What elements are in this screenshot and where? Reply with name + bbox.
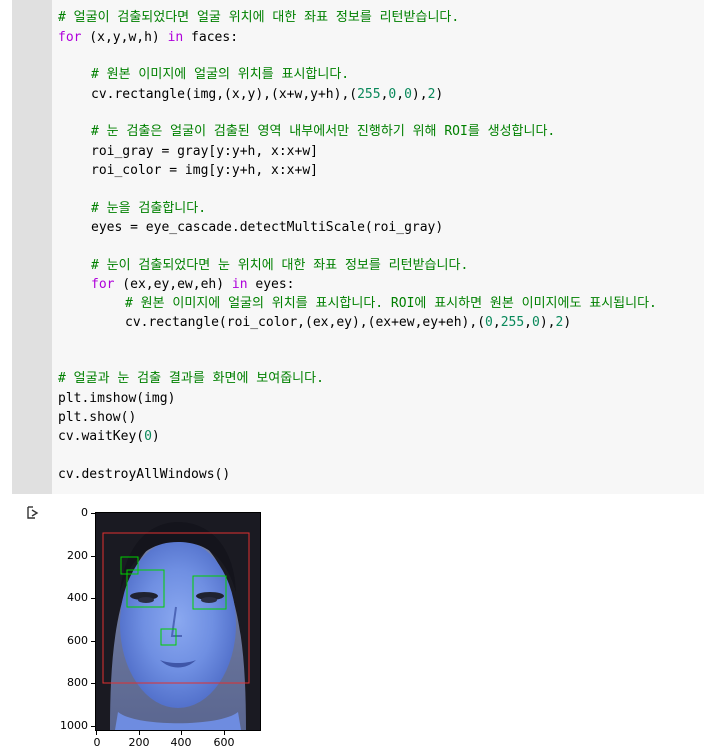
- face-image: [96, 512, 260, 730]
- plot-area: [96, 512, 260, 730]
- x-tick-label: 400: [170, 736, 192, 749]
- y-tick-label: 800: [67, 676, 88, 689]
- code-line-9: eyes = eye_cascade.detectMultiScale(roi_…: [91, 220, 444, 235]
- x-axis-line: [95, 730, 261, 731]
- code-line-11: for (ex,ey,ew,eh) in eyes:: [91, 277, 295, 292]
- code-line-1: # 얼굴이 검출되었다면 얼굴 위치에 대한 좌표 정보를 리턴받습니다.: [58, 10, 460, 25]
- plot-frame-right: [260, 512, 261, 731]
- code-line-17: cv.waitKey(0): [58, 429, 160, 444]
- x-tick: [181, 731, 182, 735]
- code-line-3: # 원본 이미지에 얼굴의 위치를 표시합니다.: [91, 67, 350, 82]
- code-line-13: cv.rectangle(roi_color,(ex,ey),(ex+ew,ey…: [125, 315, 572, 330]
- x-tick: [139, 731, 140, 735]
- code-line-12: # 원본 이미지에 얼굴의 위치를 표시합니다. ROI에 표시하면 원본 이미…: [125, 296, 657, 311]
- y-tick-label: 600: [67, 634, 88, 647]
- code-line-10: # 눈이 검출되었다면 눈 위치에 대한 좌표 정보를 리턴받습니다.: [91, 258, 469, 273]
- x-tick-label: 600: [213, 736, 235, 749]
- y-tick: [91, 556, 95, 557]
- y-axis-line: [95, 512, 96, 731]
- y-tick: [91, 641, 95, 642]
- y-tick-label: 0: [81, 506, 88, 519]
- code-line-2: for (x,y,w,h) in faces:: [58, 30, 239, 45]
- code-line-18: cv.destroyAllWindows(): [58, 467, 231, 482]
- output-arrow-icon[interactable]: [26, 506, 40, 520]
- x-tick: [224, 731, 225, 735]
- y-tick: [91, 598, 95, 599]
- y-tick-label: 400: [67, 591, 88, 604]
- code-line-5: # 눈 검출은 얼굴이 검출된 영역 내부에서만 진행하기 위해 ROI를 생성…: [91, 124, 556, 139]
- x-tick: [96, 731, 97, 735]
- code-line-4: cv.rectangle(img,(x,y),(x+w,y+h),(255,0,…: [91, 87, 444, 102]
- x-tick-label: 0: [93, 736, 101, 749]
- output-gutter: [12, 494, 52, 752]
- y-tick: [91, 726, 95, 727]
- code-line-8: # 눈을 검출합니다.: [91, 201, 207, 216]
- code-line-6: roi_gray = gray[y:y+h, x:x+w]: [91, 144, 318, 159]
- code-line-15: plt.imshow(img): [58, 391, 176, 406]
- x-tick-label: 200: [128, 736, 150, 749]
- cell-gutter[interactable]: [12, 0, 52, 494]
- y-tick-label: 1000: [60, 719, 88, 732]
- y-tick: [91, 683, 95, 684]
- code-line-7: roi_color = img[y:y+h, x:x+w]: [91, 163, 318, 178]
- plot-frame-top: [95, 512, 261, 513]
- code-line-16: plt.show(): [58, 410, 137, 425]
- y-tick: [91, 513, 95, 514]
- code-line-14: # 얼굴과 눈 검출 결과를 화면에 보여줍니다.: [58, 371, 324, 386]
- y-tick-label: 200: [67, 549, 88, 562]
